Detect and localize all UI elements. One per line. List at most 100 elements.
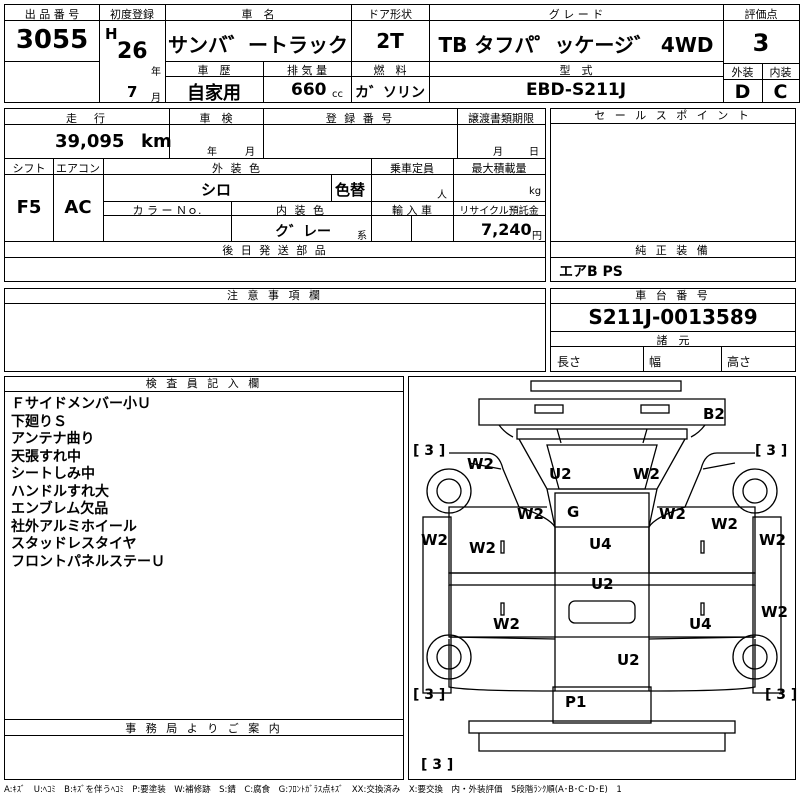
chassis-number: S211J-0013589 [588,305,758,329]
car-name: サンバ゛ートラック [168,33,348,57]
displacement-label: 排 気 量 [287,64,327,77]
length-label: 長さ [557,355,582,369]
max-load-unit: kg [529,186,542,197]
exterior-label: 外装 [731,66,754,79]
details-section: 走 行 39,095 km 車 検 年 月 登 録 番 号 譲渡書類期限 月 日… [4,108,546,282]
spec-label: 諸 元 [656,334,690,347]
tire-mark-rear-left: [ 3 ] [413,687,446,703]
genuine-equipment-label: 純 正 装 備 [635,244,711,257]
recycle-deposit: 7,240 [481,220,532,239]
office-notice-label: 事 務 局 よ り ご 案 内 [125,722,283,735]
score: 3 [752,29,770,57]
exterior-color: シロ [201,181,232,199]
inspection-label: 車 検 [199,112,233,125]
inspector-section: 検 査 員 記 入 欄 Ｆサイドメンバー小Ｕ 下廻りＳ アンテナ曲り 天張すれ中… [4,376,404,780]
color-change: 色替 [335,181,366,199]
recycle-unit: 円 [532,231,542,242]
interior-grade: C [773,81,788,103]
registration-year: 26 [117,39,148,64]
tire-mark-spare: [ 3 ] [421,757,454,773]
color-number-label: カ ラ ー Ｎｏ. [132,204,202,217]
year-unit: 年 [151,67,161,78]
tire-mark-front-left: [ 3 ] [413,443,446,459]
later-parts-label: 後 日 発 送 部 品 [222,244,328,257]
registration-month: 7 [127,83,138,101]
damage-mark: U2 [549,465,572,483]
recycle-deposit-label: リサイクル預託金 [459,206,539,217]
inspector-label: 検 査 員 記 入 欄 [5,377,403,392]
damage-mark: B2 [703,405,725,423]
caution-label: 注 意 事 項 欄 [5,289,545,304]
import-label: 輸 入 車 [392,204,432,217]
sales-points-label: セ ー ル ス ポ イ ン ト [551,109,795,124]
damage-mark: W2 [711,515,738,533]
door-type-label: ドア形状 [368,8,412,21]
era-letter: H [105,25,118,43]
fuel-label: 燃 料 [373,64,407,77]
grade-label: グ レ ー ド [548,8,604,21]
capacity-unit: 人 [437,190,447,201]
aircon-label: エアコン [56,162,100,175]
exterior-color-label: 外 装 色 [212,162,262,175]
damage-mark: W2 [421,531,448,549]
interior-color-label: 内 装 色 [276,204,326,217]
damage-mark: U4 [689,615,712,633]
damage-mark: G [567,503,580,521]
fuel: カ゛ソリン [355,85,425,101]
max-load-label: 最大積載量 [471,162,527,175]
model-code: EBD-S211J [525,80,627,100]
damage-mark: W2 [469,539,496,557]
lot-number-label: 出 品 番 号 [24,8,80,21]
damage-mark: W2 [493,615,520,633]
damage-legend: A:ｷｽﾞ U:ﾍｺﾐ B:ｷｽﾞを伴うﾍｺﾐ P:要塗装 W:補修跡 S:錆 … [4,785,622,795]
aircon: AC [64,197,92,218]
chassis-section: 車 台 番 号 S211J-0013589 諸 元 長さ 幅 高さ [550,288,796,372]
damage-mark: W2 [659,505,686,523]
interior-label: 内装 [769,66,792,79]
displacement: 660 [291,80,327,100]
header-section: 出 品 番 号 3055 初度登録 H 26 年 7 月 車 名 サンバ゛ートラ… [4,4,800,104]
shift: F5 [16,197,42,218]
width-label: 幅 [649,355,662,369]
car-name-label: 車 名 [241,8,275,21]
plate-number-label: 登 録 番 号 [325,112,395,125]
inspection-year-unit: 年 [207,147,217,158]
chassis-number-label: 車 台 番 号 [551,289,795,304]
inspector-notes: Ｆサイドメンバー小Ｕ 下廻りＳ アンテナ曲り 天張すれ中 シートしみ中 ハンドル… [11,396,165,570]
damage-mark: W2 [759,531,786,549]
lot-number: 3055 [15,25,89,55]
score-label: 評価点 [744,8,778,21]
vehicle-diagram: [ 3 ] [ 3 ] [ 3 ] [ 3 ] [ 3 ] B2 W2 U2 W… [408,376,798,780]
genuine-equipment: エアB PS [559,264,623,280]
first-registration-label: 初度登録 [110,8,154,21]
damage-mark: W2 [467,455,494,473]
height-label: 高さ [727,355,752,369]
history: 自家用 [187,83,241,104]
model-label: 型 式 [559,64,593,77]
damage-mark: U2 [617,651,640,669]
sales-points-section: セ ー ル ス ポ イ ン ト 純 正 装 備 エアB PS [550,108,796,282]
grade: TB タフパ゜ッケージ゛ 4WD [438,33,714,57]
damage-mark: W2 [517,505,544,523]
month-unit: 月 [151,93,161,104]
door-type: 2T [376,29,404,53]
shift-label: シフト [12,162,46,175]
interior-color-unit: 系 [357,231,367,242]
mileage: 39,095 [55,131,125,152]
damage-mark: W2 [761,603,788,621]
transfer-day-unit: 日 [529,147,539,158]
damage-mark: U2 [591,575,614,593]
inspection-month-unit: 月 [245,147,255,158]
tire-mark-front-right: [ 3 ] [755,443,788,459]
damage-mark: U4 [589,535,612,553]
exterior-grade: D [734,81,751,103]
tire-mark-rear-right: [ 3 ] [765,687,798,703]
transfer-month-unit: 月 [493,147,503,158]
history-label: 車 歴 [197,64,231,77]
damage-mark: W2 [633,465,660,483]
mileage-unit: km [141,131,172,152]
capacity-label: 乗車定員 [390,162,434,175]
displacement-unit: cc [332,89,343,100]
transfer-deadline-label: 譲渡書類期限 [468,112,534,125]
interior-color: ク゛レー [275,224,331,240]
